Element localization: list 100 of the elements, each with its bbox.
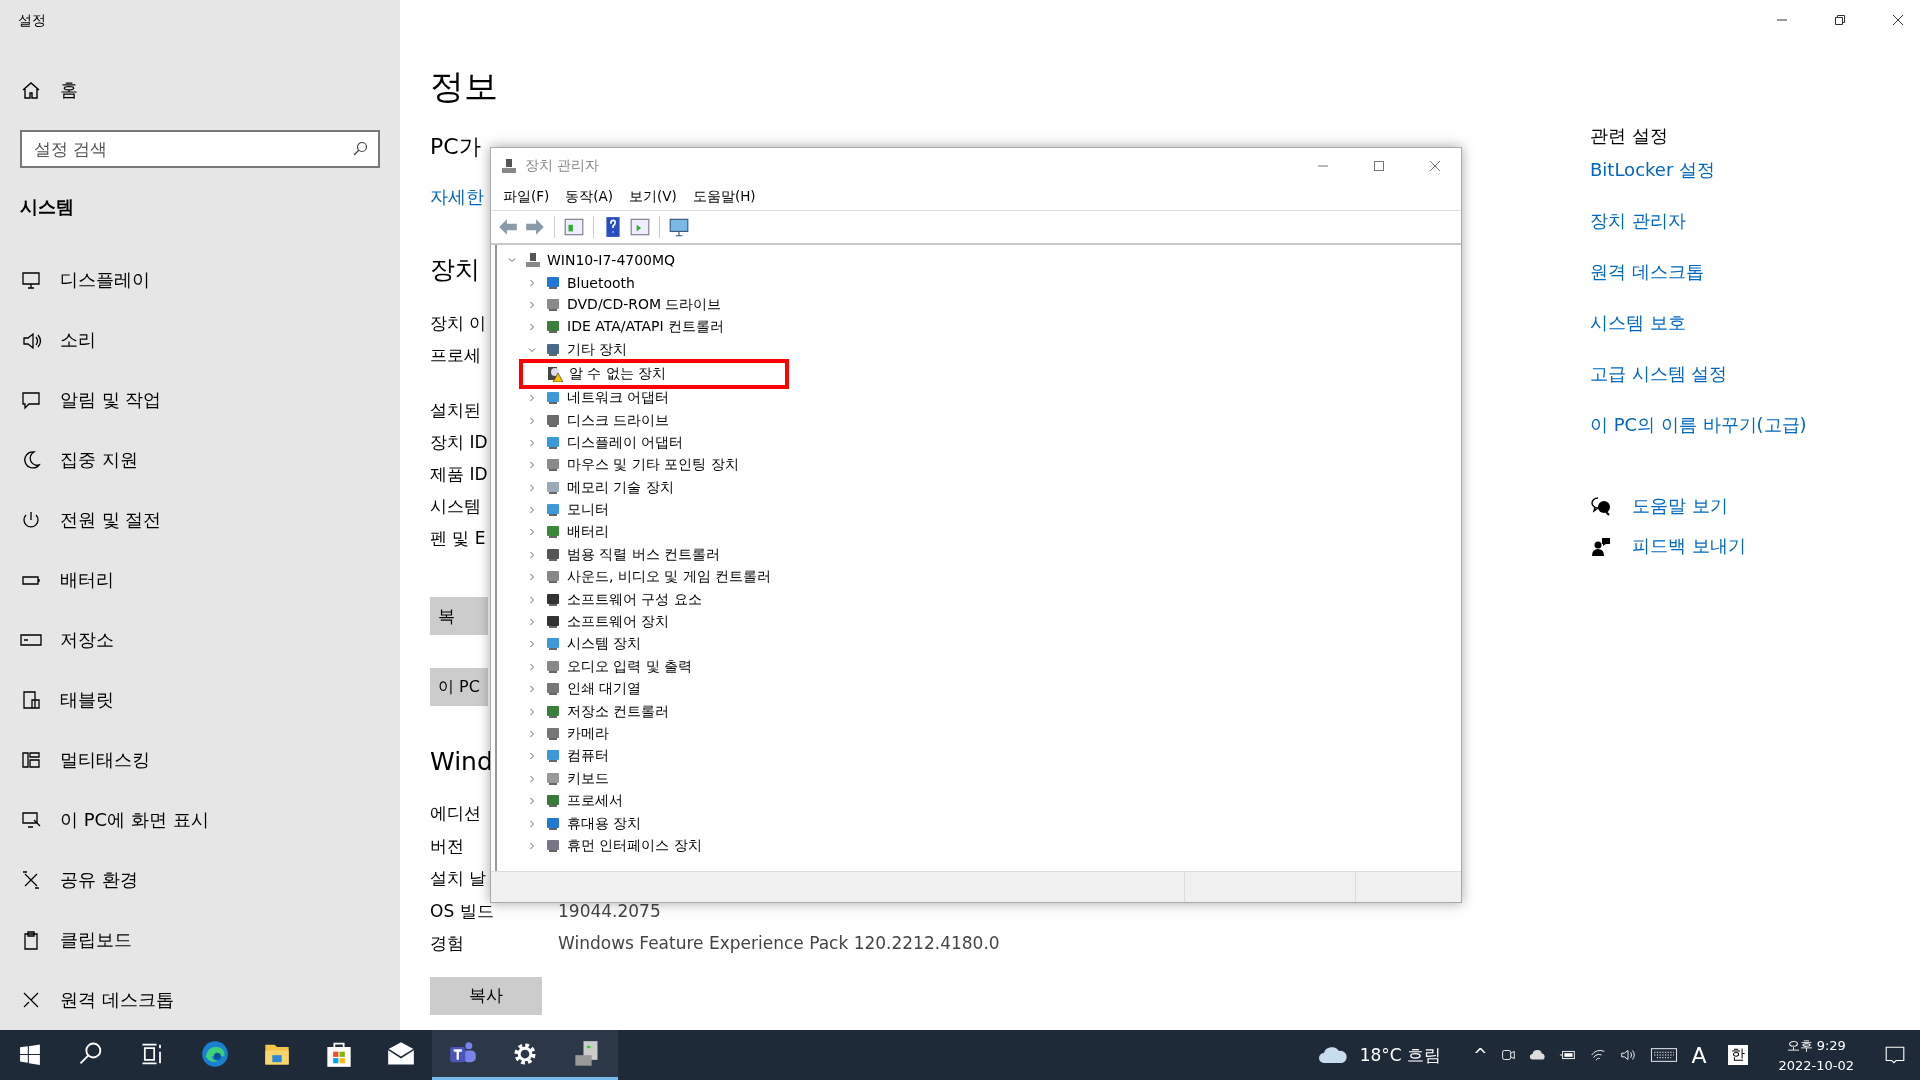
copy-button[interactable]: 복사 xyxy=(430,976,542,1015)
sidebar-item[interactable]: 공유 환경 xyxy=(0,850,138,910)
sidebar-item[interactable]: 디스플레이 xyxy=(0,250,150,310)
related-link[interactable]: 원격 데스크톱 xyxy=(1590,260,1704,284)
sidebar-item[interactable]: 집중 지원 xyxy=(0,430,138,490)
sidebar-item[interactable]: 소리 xyxy=(0,310,96,370)
menu-item[interactable]: 파일(F) xyxy=(495,188,558,206)
computer-icon xyxy=(501,158,517,174)
device-icon xyxy=(545,479,561,496)
related-link[interactable]: 이 PC의 이름 바꾸기(고급) xyxy=(1590,413,1807,437)
section-heading: Wind xyxy=(430,747,493,777)
device-icon xyxy=(545,815,561,832)
spec-label: 설치 날 xyxy=(430,867,487,891)
device-icon xyxy=(545,748,561,765)
tree-item[interactable]: WIN10-I7-4700MQ xyxy=(547,252,676,269)
tree-item[interactable]: 범용 직렬 버스 컨트롤러 xyxy=(567,545,721,564)
tree-item[interactable]: 컴퓨터 xyxy=(567,747,609,766)
related-link[interactable]: BitLocker 설정 xyxy=(1590,158,1715,182)
browser-icon xyxy=(201,1039,229,1068)
app-title: 설정 xyxy=(17,11,46,30)
sidebar-item[interactable]: 알림 및 작업 xyxy=(0,370,162,430)
taskbar-button[interactable] xyxy=(556,1030,618,1080)
device-icon xyxy=(545,434,561,451)
related-link[interactable]: 시스템 보호 xyxy=(1590,311,1686,335)
tree-item[interactable]: Bluetooth xyxy=(567,274,635,291)
monitor-icon[interactable] xyxy=(668,216,690,238)
tree-item[interactable]: 카메라 xyxy=(567,725,609,743)
search-field[interactable]: 설정 검색 xyxy=(20,130,380,168)
spec-label: 시스템 xyxy=(430,495,481,518)
spec-label: 버전 xyxy=(430,834,464,858)
tree-item[interactable]: 소프트웨어 구성 요소 xyxy=(567,590,702,609)
menu-item[interactable]: 동작(A) xyxy=(557,188,622,206)
spec-value: 19044.2075 xyxy=(558,899,661,923)
nav-icon xyxy=(20,869,42,891)
tree-item[interactable]: 오디오 입력 및 출력 xyxy=(567,657,693,676)
tree-item[interactable]: 디스플레이 어댑터 xyxy=(567,433,684,452)
sidebar-item[interactable]: 태블릿 xyxy=(0,670,114,730)
weather-text[interactable]: 18°C 흐림 xyxy=(1359,1043,1442,1067)
sidebar-item[interactable]: 클립보드 xyxy=(0,910,132,970)
related-link[interactable]: 고급 시스템 설정 xyxy=(1590,362,1728,386)
ime-language[interactable]: 한 xyxy=(1728,1045,1749,1065)
tree-item[interactable]: 휴대용 장치 xyxy=(567,814,642,833)
sidebar-item[interactable]: 전원 및 절전 xyxy=(0,490,162,550)
section-heading: PC가 xyxy=(430,133,481,161)
device-icon xyxy=(545,502,561,519)
device-icon xyxy=(545,390,561,407)
spec-label: 펜 및 E xyxy=(430,527,486,550)
sidebar-item[interactable]: 배터리 xyxy=(0,550,114,610)
tree-item[interactable]: 알 수 없는 장치 xyxy=(569,364,667,383)
tree-item[interactable]: 디스크 드라이브 xyxy=(567,411,670,430)
details-link[interactable]: 자세한 xyxy=(430,186,484,208)
sidebar-item[interactable]: 멀티태스킹 xyxy=(0,730,150,790)
device-icon xyxy=(545,591,561,608)
sidebar-item[interactable]: 저장소 xyxy=(0,610,114,670)
copy-button[interactable]: 복 xyxy=(430,597,488,635)
sidebar-item[interactable]: 원격 데스크톱 xyxy=(0,970,174,1030)
tree-item[interactable]: 네트워크 어댑터 xyxy=(567,389,670,408)
tree-item[interactable]: 사운드, 비디오 및 게임 컨트롤러 xyxy=(567,568,772,587)
tree-item[interactable]: 소프트웨어 장치 xyxy=(567,613,670,632)
tree-item[interactable]: 시스템 장치 xyxy=(567,635,642,654)
spec-label: 프로세 xyxy=(430,344,481,367)
clock-time[interactable]: 오후 9:29 xyxy=(1786,1037,1846,1055)
tree-item[interactable]: 휴먼 인터페이스 장치 xyxy=(567,836,702,855)
spec-label: 장치 ID xyxy=(430,431,488,454)
section-heading: 시스템 xyxy=(19,195,74,219)
related-settings-heading: 관련 설정 xyxy=(1590,124,1668,148)
spec-label: 제품 ID xyxy=(430,463,488,486)
tree-item[interactable]: 저장소 컨트롤러 xyxy=(567,702,670,721)
tree-item[interactable]: 기타 장치 xyxy=(567,340,628,359)
home-nav-item[interactable]: 홈 xyxy=(0,65,78,115)
nav-icon xyxy=(20,749,42,771)
clock-date[interactable]: 2022-10-02 xyxy=(1778,1058,1854,1073)
section-heading: 장치 xyxy=(430,255,480,285)
tree-item[interactable]: 모니터 xyxy=(567,501,609,520)
tree-item[interactable]: 인쇄 대기열 xyxy=(567,680,642,699)
properties-icon[interactable] xyxy=(563,216,585,238)
tree-item[interactable]: DVD/CD-ROM 드라이브 xyxy=(567,295,722,314)
related-link[interactable]: 장치 관리자 xyxy=(1590,209,1686,233)
panel-icon[interactable] xyxy=(629,216,651,238)
help-link[interactable]: 피드백 보내기 xyxy=(1632,534,1746,558)
tree-item[interactable]: 키보드 xyxy=(567,769,609,788)
tree-item[interactable]: 메모리 기술 장치 xyxy=(567,478,674,497)
maximize-icon[interactable] xyxy=(1373,160,1385,172)
tree-item[interactable]: IDE ATA/ATAPI 컨트롤러 xyxy=(567,318,724,337)
device-icon xyxy=(545,614,561,631)
keyboard-icon[interactable] xyxy=(1649,1046,1680,1064)
menu-item[interactable]: 보기(V) xyxy=(621,188,685,206)
page-title: 정보 xyxy=(430,66,498,106)
tree-item[interactable]: 마우스 및 기타 포인팅 장치 xyxy=(567,456,739,475)
menu-item[interactable]: 도움말(H) xyxy=(684,188,764,206)
ime-mode[interactable]: A xyxy=(1691,1042,1707,1068)
sidebar-item[interactable]: 이 PC에 화면 표시 xyxy=(0,790,209,850)
rename-button[interactable]: 이 PC xyxy=(430,668,488,706)
notification-icon[interactable] xyxy=(1884,1044,1906,1066)
tree-item[interactable]: 프로세서 xyxy=(567,792,623,811)
help-link[interactable]: 도움말 보기 xyxy=(1632,494,1728,518)
window-title: 장치 관리자 xyxy=(525,157,600,175)
tree-item[interactable]: 배터리 xyxy=(567,523,609,542)
nav-icon xyxy=(20,689,42,711)
tray-chevron[interactable]: ^ xyxy=(1473,1045,1488,1065)
